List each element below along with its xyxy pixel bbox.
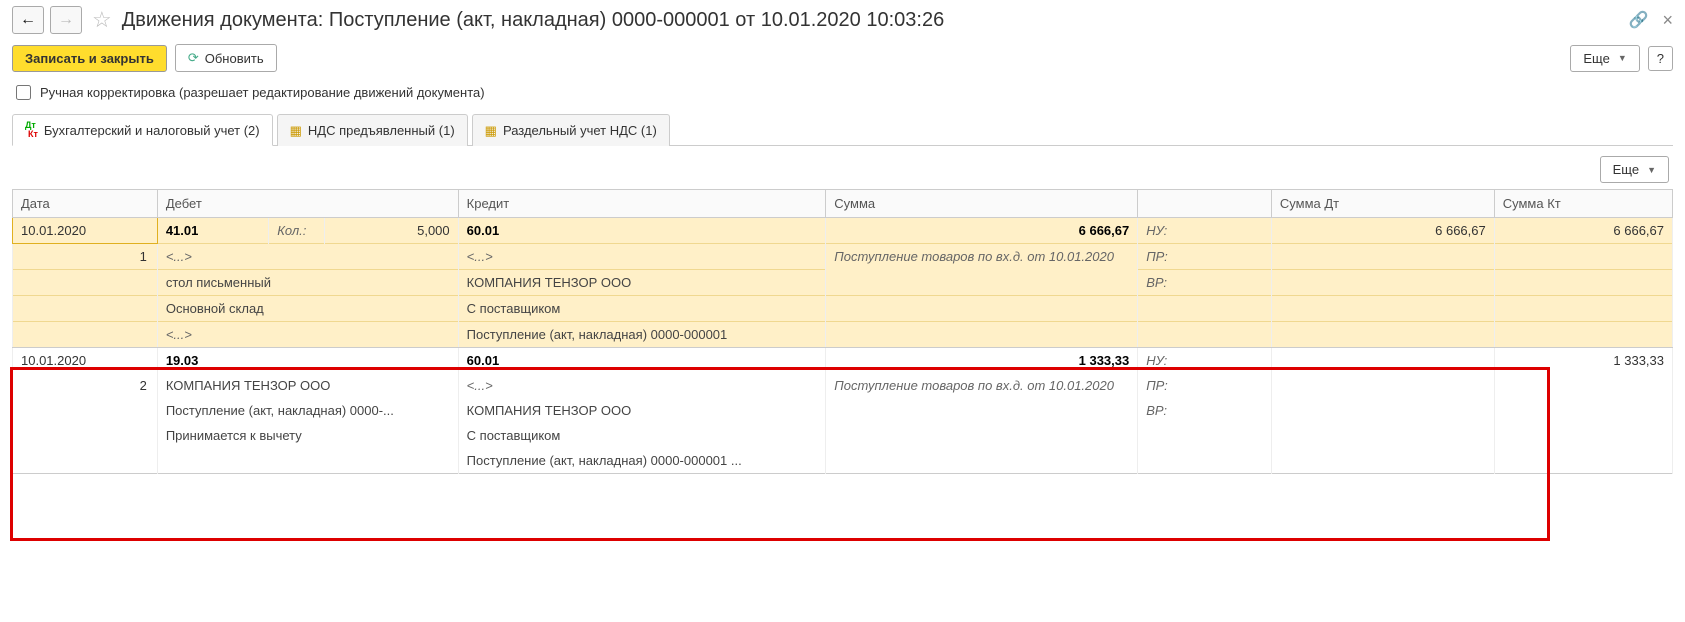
link-icon[interactable]: 🔗 — [1629, 10, 1649, 30]
grid-more-button[interactable]: Еще▼ — [1600, 156, 1669, 183]
manual-edit-label: Ручная корректировка (разрешает редактир… — [40, 85, 485, 100]
table-row[interactable]: Поступление (акт, накладная) 0000-000001… — [13, 448, 1673, 474]
nav-forward-button[interactable]: → — [50, 6, 82, 34]
table-row[interactable]: 1 <...> <...> Поступление товаров по вх.… — [13, 244, 1673, 270]
dtkt-icon: ДтКт — [25, 121, 38, 139]
document-icon: ▦ — [485, 124, 497, 137]
col-sum-dt[interactable]: Сумма Дт — [1271, 190, 1494, 218]
more-button[interactable]: Еще▼ — [1570, 45, 1639, 72]
table-row[interactable]: 10.01.2020 19.03 60.01 1 333,33 НУ: 1 33… — [13, 348, 1673, 374]
refresh-icon: ⟳ — [188, 50, 199, 66]
col-date[interactable]: Дата — [13, 190, 158, 218]
col-debit[interactable]: Дебет — [157, 190, 458, 218]
col-sum[interactable]: Сумма — [826, 190, 1138, 218]
col-sum-kt[interactable]: Сумма Кт — [1494, 190, 1672, 218]
table-row[interactable]: 2 КОМПАНИЯ ТЕНЗОР ООО <...> Поступление … — [13, 373, 1673, 398]
table-row[interactable]: Основной склад С поставщиком — [13, 296, 1673, 322]
tab-vat-separate[interactable]: ▦ Раздельный учет НДС (1) — [472, 114, 670, 146]
table-row[interactable]: Принимается к вычету С поставщиком — [13, 423, 1673, 448]
page-title: Движения документа: Поступление (акт, на… — [122, 9, 1623, 32]
close-icon[interactable]: × — [1662, 10, 1673, 31]
col-credit[interactable]: Кредит — [458, 190, 826, 218]
save-close-button[interactable]: Записать и закрыть — [12, 45, 167, 72]
tab-accounting[interactable]: ДтКт Бухгалтерский и налоговый учет (2) — [12, 114, 273, 146]
favorite-star-icon[interactable]: ☆ — [92, 7, 112, 33]
col-blank[interactable] — [1138, 190, 1272, 218]
help-button[interactable]: ? — [1648, 46, 1673, 71]
table-row[interactable]: <...> Поступление (акт, накладная) 0000-… — [13, 322, 1673, 348]
nav-back-button[interactable]: ← — [12, 6, 44, 34]
document-icon: ▦ — [290, 124, 302, 137]
table-row[interactable]: 10.01.2020 41.01 Кол.: 5,000 60.01 6 666… — [13, 218, 1673, 244]
tab-vat-presented[interactable]: ▦ НДС предъявленный (1) — [277, 114, 468, 146]
movements-table: Дата Дебет Кредит Сумма Сумма Дт Сумма К… — [12, 189, 1673, 474]
manual-edit-checkbox[interactable] — [16, 85, 31, 100]
refresh-button[interactable]: ⟳Обновить — [175, 44, 277, 72]
